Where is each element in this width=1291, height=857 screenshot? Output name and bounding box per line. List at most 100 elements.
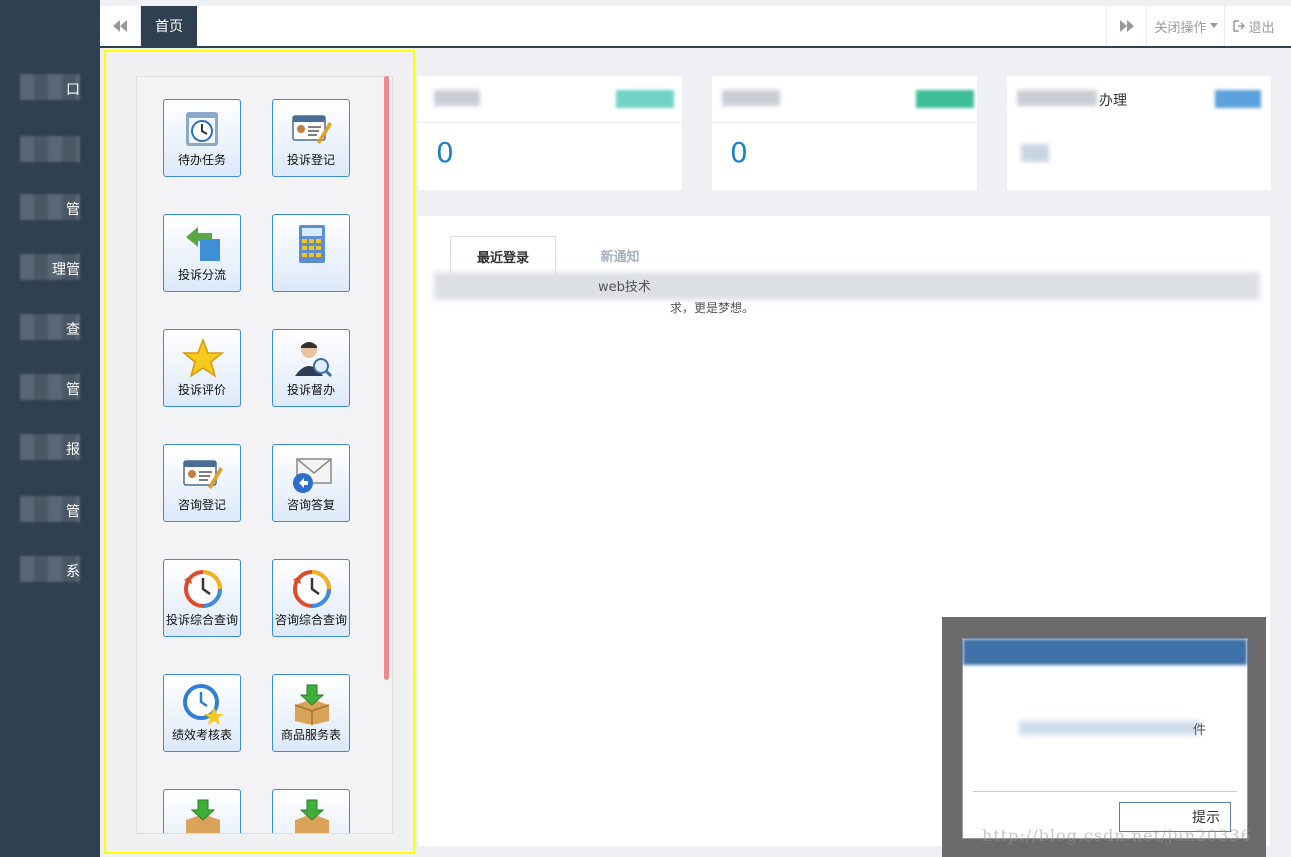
sidebar-item[interactable]: 管 bbox=[14, 492, 84, 526]
shortcut-tile[interactable] bbox=[272, 789, 350, 833]
shortcut-label: 待办任务 bbox=[177, 153, 226, 167]
user-search-icon bbox=[295, 342, 333, 378]
box-download-icon bbox=[295, 799, 329, 833]
box-download-icon bbox=[186, 799, 220, 833]
dialog-button-label: 提示 bbox=[1192, 810, 1220, 826]
box-download-icon bbox=[294, 684, 330, 725]
divider bbox=[418, 122, 682, 123]
close-ops-label: 关闭操作 bbox=[1154, 20, 1207, 36]
tab-home[interactable]: 首页 bbox=[141, 6, 197, 46]
clock-star-icon bbox=[183, 684, 224, 725]
divider bbox=[712, 122, 977, 123]
dialog-header bbox=[963, 639, 1247, 665]
logout-button[interactable]: 退出 bbox=[1224, 6, 1283, 46]
double-chevron-left-icon bbox=[113, 20, 127, 32]
sidebar-item[interactable]: 查 bbox=[14, 310, 84, 344]
mail-reply-icon bbox=[293, 458, 332, 493]
sidebar-item[interactable]: 系 bbox=[14, 552, 84, 586]
shortcut-label: 商品服务表 bbox=[280, 728, 341, 742]
stat-value: 0 bbox=[436, 136, 454, 169]
scroll-tabs-left-button[interactable] bbox=[100, 6, 141, 46]
stat-card: 办理 bbox=[1007, 76, 1271, 190]
redacted-area bbox=[1017, 90, 1097, 106]
status-badge bbox=[616, 90, 674, 108]
star-icon bbox=[182, 338, 224, 378]
shortcut-complaint-dispatch[interactable]: 投诉分流 bbox=[163, 214, 241, 292]
calendar-clock-icon bbox=[186, 112, 218, 146]
close-ops-dropdown[interactable]: 关闭操作 bbox=[1146, 6, 1225, 46]
content-text: 求，更是梦想。 bbox=[670, 301, 755, 315]
shortcut-label: 投诉督办 bbox=[286, 383, 335, 397]
sidebar-item[interactable]: 管 bbox=[14, 370, 84, 404]
scrollbar[interactable] bbox=[384, 76, 389, 680]
redacted-area bbox=[434, 90, 480, 106]
stat-card: 0 bbox=[418, 76, 682, 190]
shortcut-complaint-query[interactable]: 投诉综合查询 bbox=[163, 559, 241, 637]
sidebar-item-label: 口 bbox=[66, 82, 80, 98]
shortcut-goods-service-table[interactable]: 商品服务表 bbox=[272, 674, 350, 752]
sidebar-item[interactable]: 口 bbox=[14, 70, 84, 104]
shortcut-label: 绩效考核表 bbox=[171, 728, 232, 742]
shortcut-calculator[interactable] bbox=[272, 214, 350, 292]
shortcut-consult-query[interactable]: 咨询综合查询 bbox=[272, 559, 350, 637]
shortcut-complaint-evaluation[interactable]: 投诉评价 bbox=[163, 329, 241, 407]
sidebar-item-label: 理管 bbox=[52, 262, 80, 278]
status-badge bbox=[916, 90, 974, 108]
sidebar-item[interactable] bbox=[14, 132, 84, 166]
sidebar-item-label: 查 bbox=[66, 322, 80, 338]
shortcut-label: 咨询答复 bbox=[286, 498, 335, 512]
sidebar-item-label: 报 bbox=[66, 442, 80, 458]
divider bbox=[973, 791, 1237, 792]
scroll-tabs-right-button[interactable] bbox=[1106, 6, 1147, 46]
redacted-area bbox=[1021, 144, 1049, 162]
id-card-pen-icon bbox=[183, 460, 223, 489]
double-chevron-right-icon bbox=[1120, 20, 1134, 32]
dialog: 件 提示 bbox=[962, 638, 1248, 839]
caret-down-icon bbox=[1209, 23, 1218, 28]
sign-out-icon bbox=[1233, 20, 1246, 32]
shortcut-panel: 待办任务 投诉登记 投诉分流 投诉评价 投诉督办 咨询登记 咨询答复 投诉综合查… bbox=[104, 50, 415, 854]
tab-new-notice[interactable]: 新通知 bbox=[568, 236, 672, 274]
tab-recent-login[interactable]: 最近登录 bbox=[450, 236, 556, 276]
shortcut-label: 咨询综合查询 bbox=[274, 613, 347, 627]
shortcut-todo-tasks[interactable]: 待办任务 bbox=[163, 99, 241, 177]
clock-history-icon bbox=[184, 570, 222, 608]
arrow-folder-icon bbox=[186, 227, 220, 261]
stat-card: 0 bbox=[712, 76, 977, 190]
redacted-area bbox=[434, 272, 1260, 300]
status-badge bbox=[1215, 90, 1261, 108]
watermark: http://blog.csdn.net/jun20336 bbox=[982, 826, 1252, 845]
shortcut-tile[interactable] bbox=[163, 789, 241, 833]
sidebar-item[interactable]: 管 bbox=[14, 190, 84, 224]
clock-history-icon bbox=[293, 570, 331, 608]
shortcut-label: 投诉分流 bbox=[177, 268, 226, 282]
shortcut-consult-reply[interactable]: 咨询答复 bbox=[272, 444, 350, 522]
sidebar-item-label: 管 bbox=[66, 382, 80, 398]
top-navbar: 首页 关闭操作 退出 bbox=[100, 6, 1291, 48]
shortcut-performance-table[interactable]: 绩效考核表 bbox=[163, 674, 241, 752]
shortcut-complaint-supervise[interactable]: 投诉督办 bbox=[272, 329, 350, 407]
logout-label: 退出 bbox=[1248, 20, 1275, 36]
shortcut-complaint-register[interactable]: 投诉登记 bbox=[272, 99, 350, 177]
calculator-icon bbox=[299, 225, 325, 263]
shortcut-consult-register[interactable]: 咨询登记 bbox=[163, 444, 241, 522]
content-text: web技术 bbox=[598, 280, 651, 295]
dialog-text: 件 bbox=[1193, 723, 1207, 738]
sidebar-item[interactable]: 报 bbox=[14, 430, 84, 464]
sidebar-item[interactable]: 理管 bbox=[14, 250, 84, 284]
redacted-area bbox=[1019, 721, 1199, 735]
shortcut-label: 投诉登记 bbox=[286, 153, 335, 167]
sidebar-item-label: 管 bbox=[66, 504, 80, 520]
redacted-area bbox=[722, 90, 780, 106]
stat-title: 办理 bbox=[1099, 93, 1127, 109]
shortcut-label: 投诉评价 bbox=[177, 383, 226, 397]
sidebar: 口 管 理管 查 管 报 管 系 bbox=[0, 0, 100, 857]
redacted-area bbox=[20, 136, 80, 162]
shortcut-label: 投诉综合查询 bbox=[165, 613, 238, 627]
shortcut-label: 咨询登记 bbox=[177, 498, 226, 512]
stat-value: 0 bbox=[730, 136, 748, 169]
sidebar-item-label: 系 bbox=[66, 564, 80, 580]
shortcut-grid: 待办任务 投诉登记 投诉分流 投诉评价 投诉督办 咨询登记 咨询答复 投诉综合查… bbox=[136, 76, 393, 834]
id-card-pen-icon bbox=[292, 115, 332, 144]
sidebar-item-label: 管 bbox=[66, 202, 80, 218]
